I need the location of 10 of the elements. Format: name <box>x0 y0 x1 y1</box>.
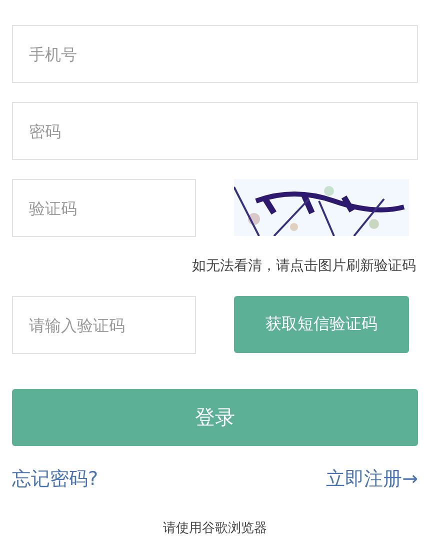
input-field[interactable]: 手机号 <box>12 25 418 83</box>
captcha-hint: 如无法看清，请点击图片刷新验证码 <box>191 257 416 275</box>
input-field[interactable]: 密码 <box>12 102 418 160</box>
sms-code-button[interactable]: 获取短信验证码 <box>234 296 409 353</box>
footer-note: 请使用谷歌浏览器 <box>162 520 268 537</box>
register-link[interactable]: 立即注册→ <box>326 466 418 492</box>
forgot-password-link[interactable]: 忘记密码? <box>12 466 98 492</box>
input-field[interactable]: 请输入验证码 <box>12 296 196 354</box>
input-field[interactable]: 验证码 <box>12 179 196 237</box>
login-button[interactable]: 登录 <box>12 389 418 446</box>
